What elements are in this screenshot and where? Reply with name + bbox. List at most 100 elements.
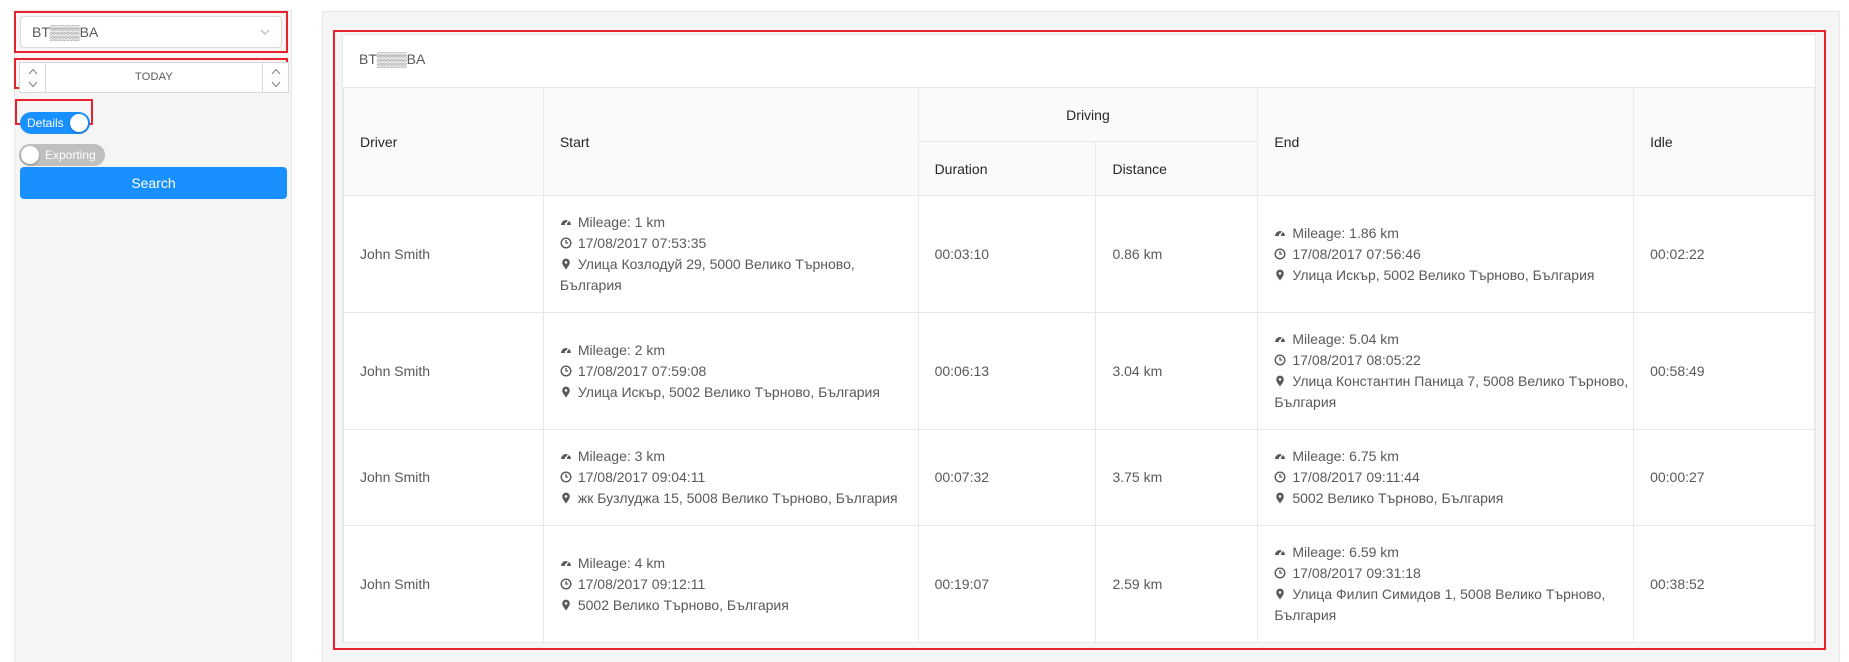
start-address: 5002 Велико Търново, България [560, 595, 918, 616]
start-time: 17/08/2017 09:04:11 [560, 467, 918, 488]
end-cell: Mileage: 6.75 km 17/08/2017 09:11:44 500… [1257, 429, 1635, 526]
start-time: 17/08/2017 07:59:08 [560, 361, 918, 382]
dashboard-icon [560, 220, 571, 226]
table-row: John Smith Mileage: 4 km 17/08/2017 09:1… [343, 525, 1815, 643]
date-range-picker[interactable]: TODAY [19, 62, 289, 93]
dashboard-icon [1275, 230, 1286, 236]
header-driver[interactable]: Driver [343, 87, 544, 196]
header-distance[interactable]: Distance [1095, 141, 1259, 196]
idle-cell: 00:02:22 [1633, 195, 1815, 313]
table-row: John Smith Mileage: 2 km 17/08/2017 07:5… [343, 312, 1815, 430]
end-cell: Mileage: 1.86 km 17/08/2017 07:56:46 Ули… [1257, 195, 1635, 313]
end-address: Улица Искър, 5002 Велико Търново, Българ… [1274, 265, 1633, 286]
clock-icon [560, 364, 572, 377]
clock-icon [1274, 247, 1286, 260]
filter-sidebar: BT▒▒▒BA TODAY Details Exporting Search [14, 10, 292, 662]
table-row: John Smith Mileage: 1 km 17/08/2017 07:5… [343, 195, 1815, 313]
report-card: BT▒▒▒BA Driver Start Driving End Idle Du… [342, 34, 1816, 643]
end-address: 5002 Велико Търново, България [1274, 488, 1633, 509]
end-mileage: Mileage: 5.04 km [1274, 329, 1633, 350]
end-time: 17/08/2017 08:05:22 [1274, 350, 1633, 371]
map-marker-icon [562, 258, 570, 270]
distance-cell: 3.04 km [1095, 312, 1259, 430]
start-mileage: Mileage: 2 km [560, 340, 918, 361]
start-cell: Mileage: 4 km 17/08/2017 09:12:11 5002 В… [542, 525, 919, 643]
trips-table: Driver Start Driving End Idle Duration D… [343, 87, 1815, 643]
date-stepper-right[interactable] [262, 63, 288, 92]
map-marker-icon [1276, 269, 1285, 280]
start-mileage: Mileage: 3 km [560, 446, 918, 467]
chevron-down-icon [260, 29, 270, 35]
header-end[interactable]: End [1257, 87, 1635, 196]
duration-cell: 00:19:07 [917, 525, 1097, 643]
idle-cell: 00:58:49 [1633, 312, 1815, 430]
end-time: 17/08/2017 07:56:46 [1274, 244, 1633, 265]
details-toggle[interactable]: Details [20, 112, 90, 134]
start-time: 17/08/2017 09:12:11 [560, 574, 918, 595]
chevron-down-icon[interactable] [28, 81, 38, 88]
distance-cell: 3.75 km [1095, 429, 1259, 526]
start-address: Улица Искър, 5002 Велико Търново, Българ… [560, 382, 918, 403]
chevron-down-icon[interactable] [271, 81, 281, 88]
end-mileage: Mileage: 6.75 km [1274, 446, 1633, 467]
map-marker-icon [1276, 492, 1285, 504]
clock-icon [560, 237, 572, 249]
start-time: 17/08/2017 07:53:35 [560, 233, 918, 254]
header-driving: Driving [917, 87, 1259, 142]
start-mileage: Mileage: 1 km [560, 212, 918, 233]
clock-icon [560, 577, 572, 590]
map-marker-icon [562, 599, 570, 610]
app-root: BT▒▒▒BA TODAY Details Exporting Search B… [0, 0, 1849, 662]
duration-cell: 00:07:32 [917, 429, 1097, 526]
distance-cell: 2.59 km [1095, 525, 1259, 643]
driver-cell: John Smith [343, 312, 544, 430]
toggle-knob [21, 146, 39, 164]
driver-cell: John Smith [343, 195, 544, 313]
vehicle-select-value: BT▒▒▒BA [32, 24, 99, 40]
end-cell: Mileage: 6.59 km 17/08/2017 09:31:18 Ули… [1257, 525, 1635, 643]
table-row: John Smith Mileage: 3 km 17/08/2017 09:0… [343, 429, 1815, 526]
duration-cell: 00:03:10 [917, 195, 1097, 313]
header-idle[interactable]: Idle [1633, 87, 1815, 196]
clock-icon [1274, 567, 1286, 579]
toggle-knob [70, 114, 88, 132]
end-address: Улица Константин Паница 7, 5008 Велико Т… [1274, 373, 1629, 410]
dashboard-icon [560, 347, 571, 353]
end-mileage: Mileage: 1.86 km [1274, 223, 1633, 244]
dashboard-icon [1275, 337, 1286, 343]
exporting-toggle-label: Exporting [45, 148, 96, 162]
header-duration[interactable]: Duration [917, 141, 1097, 196]
header-start[interactable]: Start [542, 87, 919, 196]
date-label[interactable]: TODAY [46, 63, 262, 92]
clock-icon [1274, 471, 1286, 483]
map-marker-icon [1276, 588, 1285, 600]
idle-cell: 00:38:52 [1633, 525, 1815, 643]
driver-cell: John Smith [343, 429, 544, 526]
clock-icon [1274, 354, 1286, 366]
start-cell: Mileage: 3 km 17/08/2017 09:04:11 жк Буз… [542, 429, 919, 526]
details-toggle-label: Details [27, 116, 64, 130]
end-address: Улица Филип Симидов 1, 5008 Велико Търно… [1274, 586, 1606, 623]
vehicle-select[interactable]: BT▒▒▒BA [20, 16, 282, 48]
exporting-toggle[interactable]: Exporting [19, 144, 105, 166]
distance-cell: 0.86 km [1095, 195, 1259, 313]
search-button[interactable]: Search [20, 167, 287, 199]
report-title: BT▒▒▒BA [359, 51, 426, 67]
dashboard-icon [1275, 550, 1286, 556]
idle-cell: 00:00:27 [1633, 429, 1815, 526]
driver-cell: John Smith [343, 525, 544, 643]
start-mileage: Mileage: 4 km [560, 553, 918, 574]
chevron-up-icon[interactable] [28, 68, 38, 75]
date-stepper-left[interactable] [20, 63, 46, 92]
start-address: жк Бузлуджа 15, 5008 Велико Търново, Бъл… [560, 488, 918, 509]
duration-cell: 00:06:13 [917, 312, 1097, 430]
start-address: Улица Козлодуй 29, 5000 Велико Търново, … [559, 256, 855, 293]
start-cell: Mileage: 1 km 17/08/2017 07:53:35 Улица … [542, 195, 919, 313]
end-time: 17/08/2017 09:31:18 [1274, 563, 1633, 584]
chevron-up-icon[interactable] [271, 68, 281, 75]
dashboard-icon [560, 454, 571, 460]
map-marker-icon [562, 386, 570, 397]
dashboard-icon [1275, 454, 1286, 460]
end-mileage: Mileage: 6.59 km [1274, 542, 1633, 563]
map-marker-icon [562, 492, 570, 504]
